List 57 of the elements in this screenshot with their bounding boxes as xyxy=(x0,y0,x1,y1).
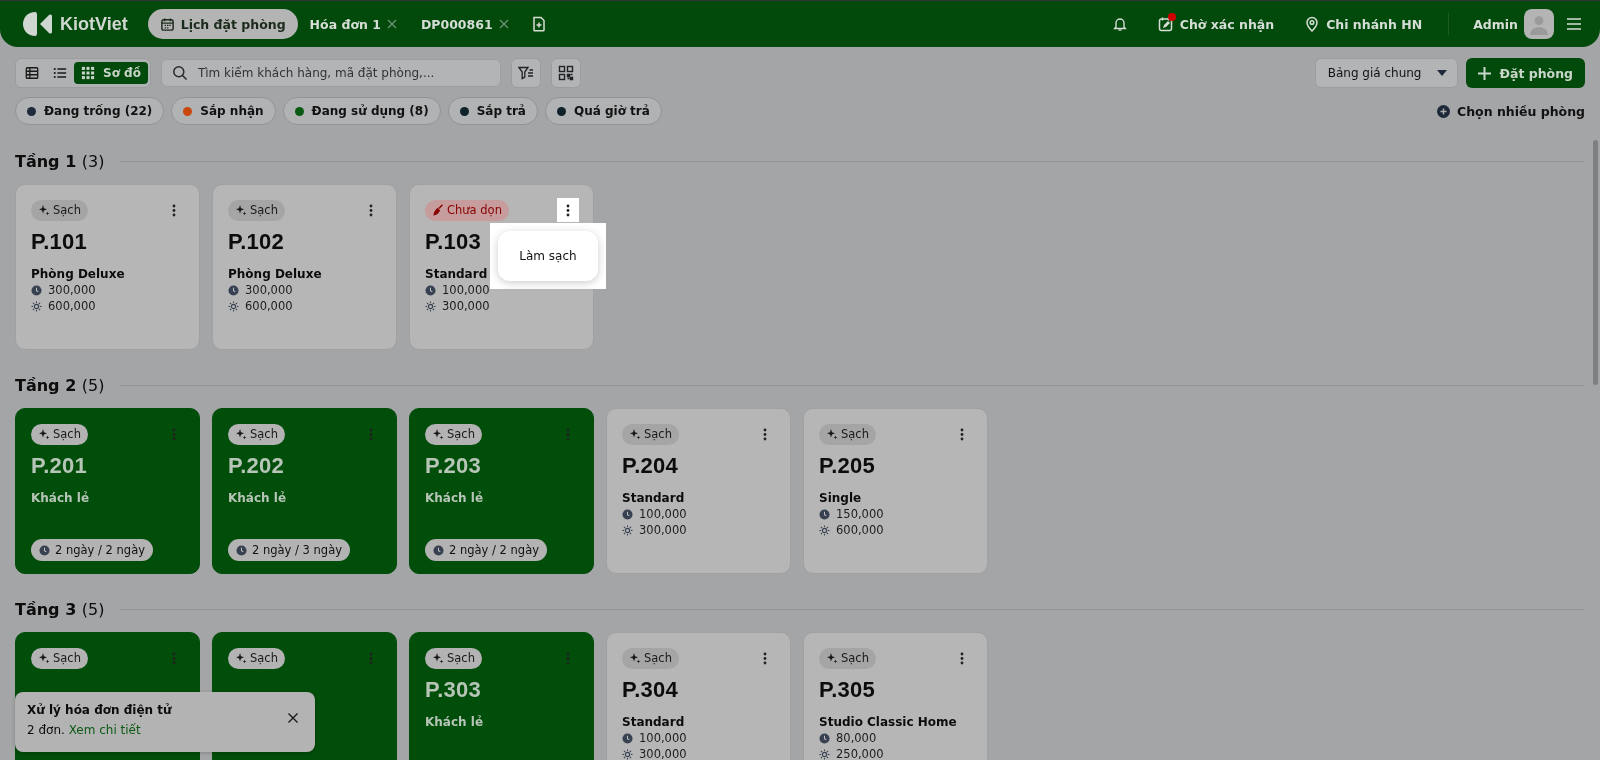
room-type: Phòng Deluxe xyxy=(228,267,323,281)
hourly-price: 100,000 xyxy=(639,507,687,521)
room-number: P.304 xyxy=(622,677,680,703)
daily-price: 600,000 xyxy=(245,299,293,313)
room-type: Standard xyxy=(622,715,686,729)
guest-name: Khách lẻ xyxy=(31,491,91,505)
status-tag: Sạch xyxy=(228,647,285,669)
status-tag: Sạch xyxy=(622,647,679,669)
status-tag: Sạch xyxy=(228,423,285,445)
hourly-price: 300,000 xyxy=(48,283,96,297)
status-tag: Chưa dọn xyxy=(425,199,509,221)
toast-title: Xử lý hóa đơn điện tử xyxy=(27,703,173,717)
daily-price: 250,000 xyxy=(836,747,884,760)
daily-price: 300,000 xyxy=(442,299,490,313)
floor-heading: Tầng 1 (3) xyxy=(15,151,105,171)
room-type: Studio Classic Home xyxy=(819,715,958,729)
daily-price: 300,000 xyxy=(639,747,687,760)
room-number: P.102 xyxy=(228,229,286,255)
status-tag: Sạch xyxy=(31,647,88,669)
status-tag: Sạch xyxy=(425,647,482,669)
room-type: Phòng Deluxe xyxy=(31,267,126,281)
stay-duration: 2 ngày / 3 ngày xyxy=(228,539,350,561)
guest-name: Khách lẻ xyxy=(425,491,485,505)
toast-message: 2 đơn. Xem chi tiết xyxy=(27,723,142,737)
room-number: P.305 xyxy=(819,677,877,703)
stay-duration: 2 ngày / 2 ngày xyxy=(425,539,547,561)
room-type: Single xyxy=(819,491,863,505)
status-tag: Sạch xyxy=(622,423,679,445)
status-tag: Sạch xyxy=(31,199,88,221)
room-number: P.303 xyxy=(425,677,483,703)
status-tag: Sạch xyxy=(228,199,285,221)
room-number: P.202 xyxy=(228,453,286,479)
status-tag: Sạch xyxy=(819,423,876,445)
hourly-price: 150,000 xyxy=(836,507,884,521)
daily-price: 600,000 xyxy=(836,523,884,537)
room-number: P.204 xyxy=(622,453,680,479)
hourly-price: 80,000 xyxy=(836,731,877,745)
hourly-price: 100,000 xyxy=(442,283,490,297)
daily-price: 600,000 xyxy=(48,299,96,313)
room-number: P.101 xyxy=(31,229,89,255)
daily-price: 300,000 xyxy=(639,523,687,537)
guest-name: Khách lẻ xyxy=(228,491,288,505)
status-tag: Sạch xyxy=(819,647,876,669)
status-tag: Sạch xyxy=(31,423,88,445)
hourly-price: 300,000 xyxy=(245,283,293,297)
guest-name: Khách lẻ xyxy=(425,715,485,729)
room-type: Standard xyxy=(425,267,489,281)
stay-duration: 2 ngày / 2 ngày xyxy=(31,539,153,561)
status-tag: Sạch xyxy=(425,423,482,445)
floor-heading: Tầng 2 (5) xyxy=(15,375,105,395)
floor-heading: Tầng 3 (5) xyxy=(15,599,105,619)
room-number: P.201 xyxy=(31,453,89,479)
room-number: P.203 xyxy=(425,453,483,479)
hourly-price: 100,000 xyxy=(639,731,687,745)
room-number: P.205 xyxy=(819,453,877,479)
room-type: Standard xyxy=(622,491,686,505)
brand-name: KiotViet xyxy=(60,13,128,35)
